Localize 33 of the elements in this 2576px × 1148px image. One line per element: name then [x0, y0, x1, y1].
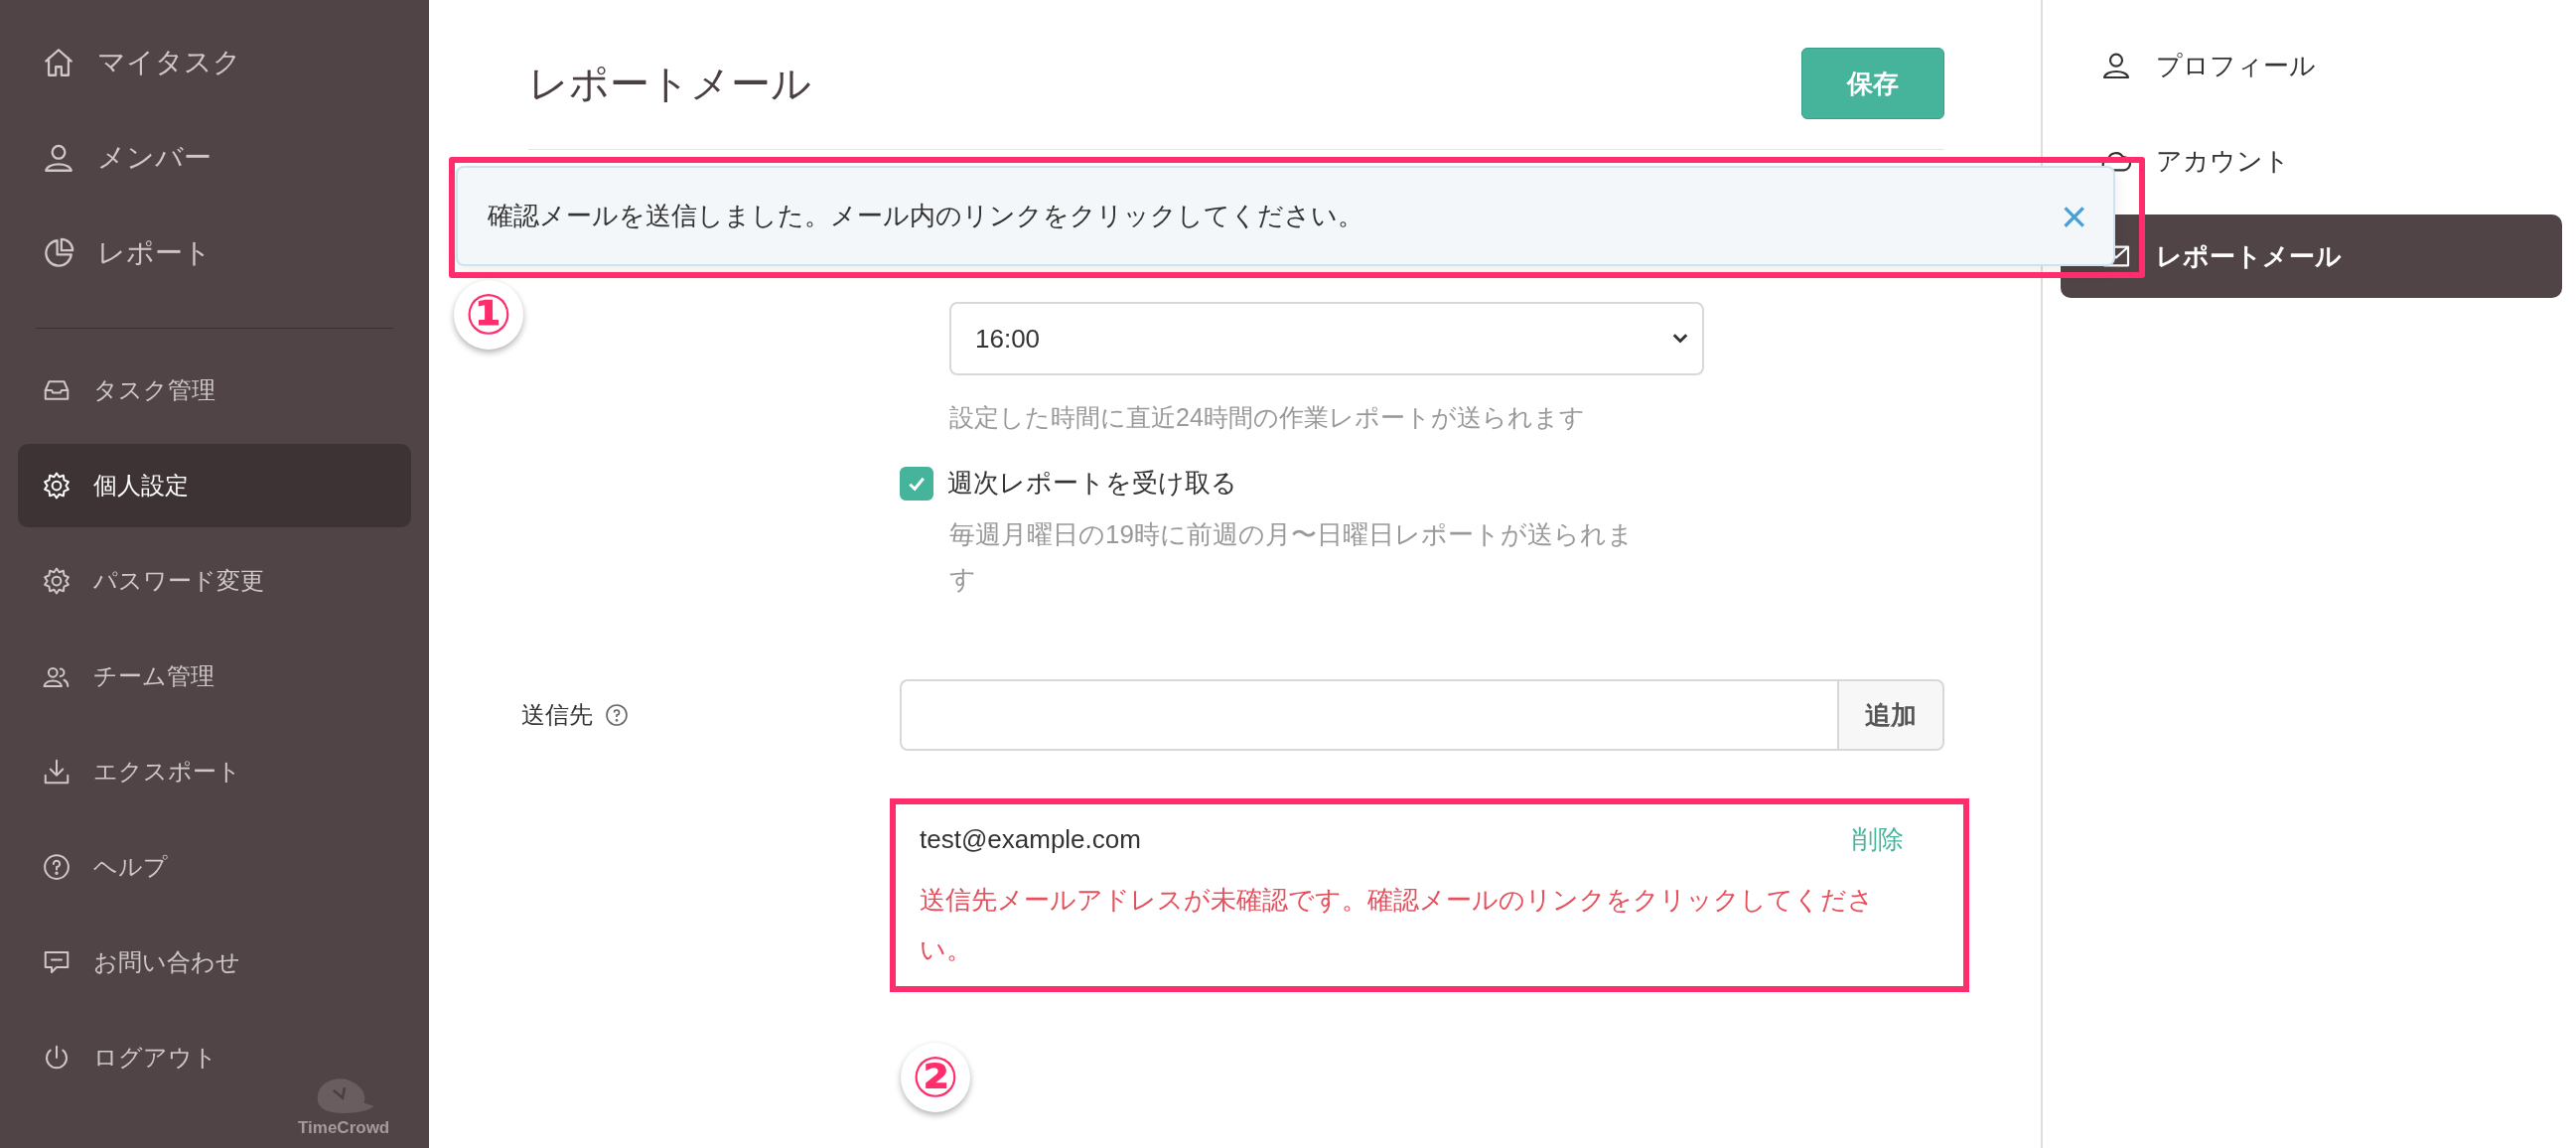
- home-icon: [42, 46, 75, 79]
- sidebar-item[interactable]: マイタスク: [18, 20, 411, 105]
- checkbox[interactable]: [900, 466, 933, 501]
- add-button[interactable]: 追加: [1837, 679, 1944, 751]
- checkbox-label: 週次レポートを受け取る: [947, 467, 1237, 500]
- error-message: 送信先メールアドレスが未確認です。確認メールのリンクをクリックしてください。: [920, 884, 1875, 966]
- sidebar-item[interactable]: タスク管理: [18, 349, 411, 432]
- settings-icon: [42, 471, 72, 501]
- sidebar-item[interactable]: レポート: [18, 211, 411, 296]
- sidebar-item[interactable]: エクスポート: [18, 730, 411, 813]
- email-address: test@example.com: [920, 824, 1141, 855]
- sidebar-item[interactable]: パスワード変更: [18, 539, 411, 623]
- sidebar-item[interactable]: チーム管理: [18, 635, 411, 718]
- sidebar-item[interactable]: お問い合わせ: [18, 921, 411, 1004]
- hint-text: 毎週月曜日の19時に前週の月〜日曜日レポートが送られます: [949, 518, 1635, 596]
- time-select[interactable]: 16:00: [949, 302, 1704, 375]
- page-title: レポートメール: [528, 60, 811, 107]
- field-label: 送信先: [521, 700, 593, 730]
- sidebar-item[interactable]: メンバー: [18, 115, 411, 201]
- help-icon[interactable]: [605, 703, 629, 727]
- chevron-down-icon: [1672, 334, 1688, 344]
- hint-text: 設定した時間に直近24時間の作業レポートが送られます: [949, 402, 1586, 433]
- step-number: ①: [454, 280, 523, 350]
- toast-message: 確認メールを送信しました。メール内のリンクをクリックしてください。: [488, 200, 1363, 232]
- step-number: ②: [901, 1043, 970, 1112]
- download-icon: [42, 757, 72, 787]
- sidebar-item[interactable]: 個人設定: [18, 444, 411, 527]
- settings-menu-item[interactable]: プロフィール: [2061, 24, 2562, 107]
- pie-chart-icon: [42, 236, 75, 270]
- settings-icon: [42, 566, 72, 596]
- help-icon: [42, 852, 72, 882]
- email-input-field[interactable]: [900, 679, 1837, 751]
- sidebar-item[interactable]: ヘルプ: [18, 825, 411, 909]
